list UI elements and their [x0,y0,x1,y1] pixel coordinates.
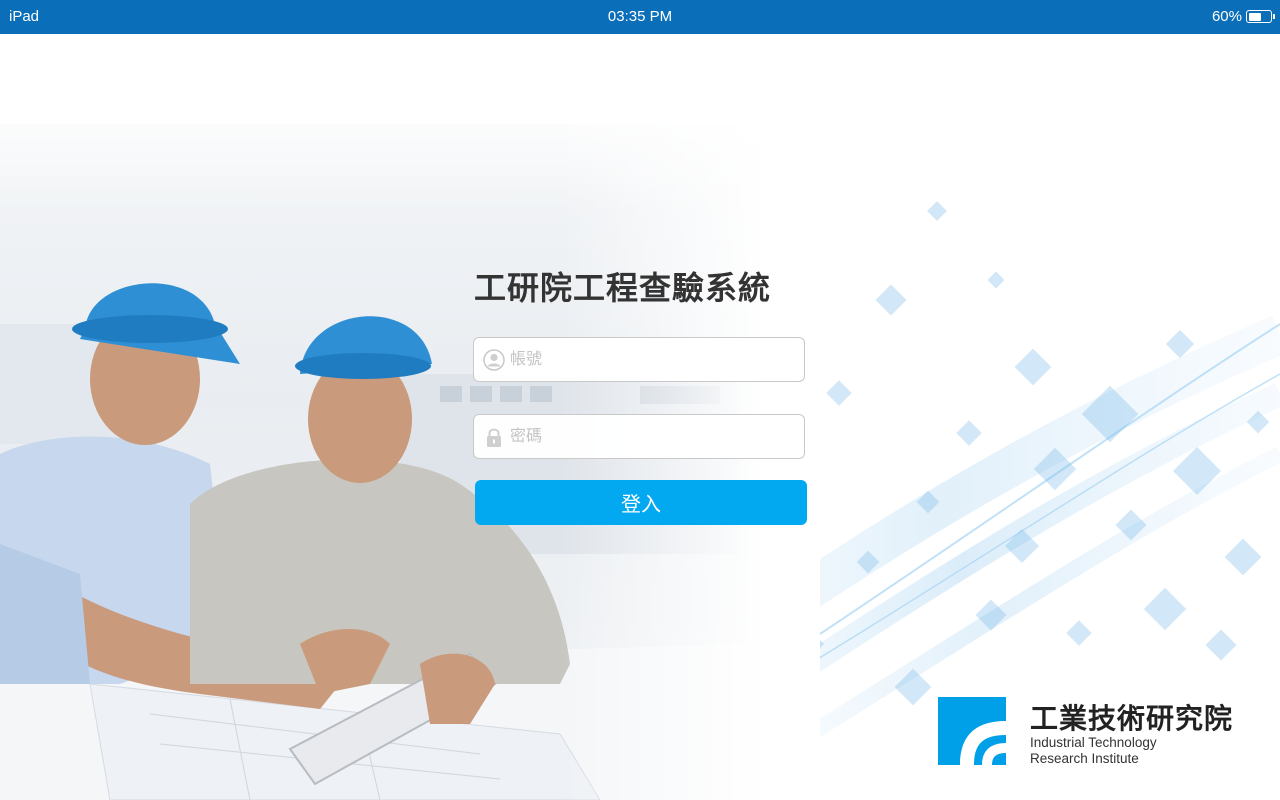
battery-icon [1246,10,1275,23]
status-bar: iPad 03:35 PM 60% [0,0,1280,34]
battery-indicator: 60% [1211,8,1275,25]
logo-name-english-line2: Research Institute [1030,751,1139,766]
battery-percent: 60% [1211,8,1242,25]
logo-name-chinese: 工業技術研究院 [1030,703,1234,734]
logo-name-english-line1: Industrial Technology [1030,735,1157,750]
username-input[interactable] [510,338,800,381]
app-title: 工研院工程查驗系統 [474,270,772,306]
photo-fade-top [0,94,800,214]
user-icon [483,349,505,371]
clock: 03:35 PM [607,8,673,25]
itri-logo: 工業技術研究院 Industrial Technology Research I… [938,697,1238,767]
username-field[interactable] [473,337,805,382]
login-button[interactable]: 登入 [475,480,807,525]
password-input[interactable] [510,415,800,458]
battery-fill [1248,12,1262,21]
password-field[interactable] [473,414,805,459]
lock-icon [483,426,505,448]
itri-logo-mark [938,697,1006,765]
